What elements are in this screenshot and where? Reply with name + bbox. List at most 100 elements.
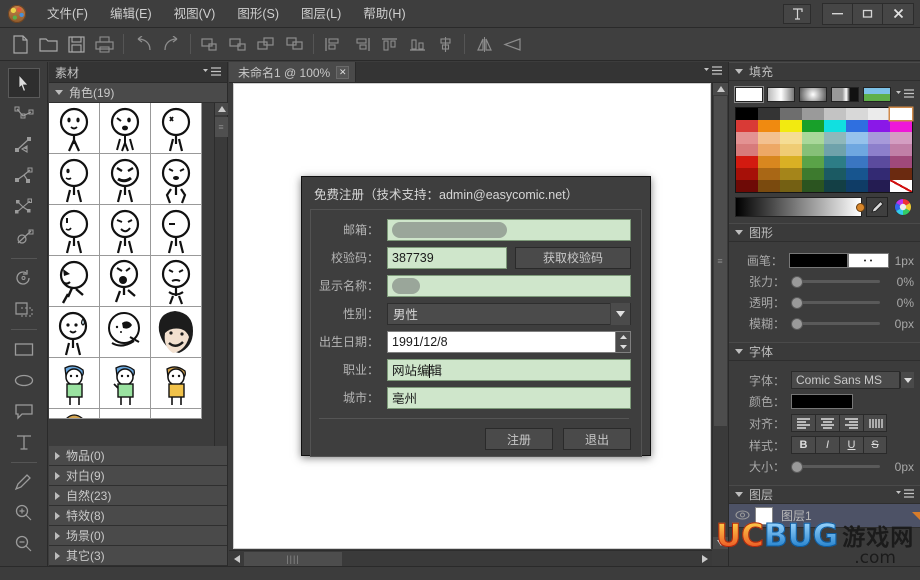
menu-shape[interactable]: 图形(S) (226, 2, 290, 26)
color-swatch[interactable] (846, 120, 868, 132)
close-icon[interactable]: ✕ (336, 65, 350, 79)
get-verify-code-button[interactable]: 获取校验码 (515, 246, 631, 269)
polyline-tool-icon[interactable] (8, 161, 40, 191)
color-swatch[interactable] (802, 168, 824, 180)
undo-icon[interactable] (131, 32, 155, 56)
material-thumbnail[interactable] (100, 307, 151, 358)
opacity-slider[interactable] (791, 296, 880, 310)
color-swatch[interactable] (758, 180, 780, 192)
gradient-knob[interactable] (856, 203, 865, 212)
color-swatch[interactable] (846, 108, 868, 120)
material-category-effects[interactable]: 特效(8) (49, 506, 227, 526)
city-field[interactable]: 亳州 (387, 386, 631, 409)
color-swatch[interactable] (846, 156, 868, 168)
ungroup-icon[interactable] (226, 32, 250, 56)
menu-edit[interactable]: 编辑(E) (99, 2, 163, 26)
color-swatch[interactable] (780, 180, 802, 192)
blur-slider[interactable] (791, 317, 880, 331)
scroll-left-arrow-icon[interactable] (229, 552, 244, 566)
minimize-button[interactable] (823, 3, 853, 24)
menu-layer[interactable]: 图层(L) (290, 2, 352, 26)
group-icon[interactable] (198, 32, 222, 56)
align-right-icon[interactable] (839, 414, 863, 432)
material-thumbnail[interactable] (100, 154, 151, 205)
star-node-tool-icon[interactable] (8, 192, 40, 222)
color-wheel-icon[interactable] (892, 197, 914, 217)
chevron-down-icon[interactable] (610, 302, 630, 325)
color-swatch[interactable] (890, 120, 912, 132)
text-tool-icon[interactable] (8, 427, 40, 457)
color-swatch[interactable] (758, 144, 780, 156)
color-swatch[interactable] (824, 180, 846, 192)
eyedropper-icon[interactable] (866, 197, 888, 217)
color-swatch[interactable] (824, 108, 846, 120)
underline-button[interactable]: U (839, 436, 863, 454)
color-swatch[interactable] (890, 108, 912, 120)
color-swatch[interactable] (890, 144, 912, 156)
flip-vertical-icon[interactable] (500, 32, 524, 56)
align-top-icon[interactable] (377, 32, 401, 56)
select-arrow-tool-icon[interactable] (7, 68, 40, 98)
color-swatch[interactable] (846, 168, 868, 180)
fill-type-solid-icon[interactable] (734, 86, 764, 103)
align-center-icon[interactable] (815, 414, 839, 432)
color-swatch[interactable] (824, 168, 846, 180)
bold-button[interactable]: B (791, 436, 815, 454)
print-icon[interactable] (92, 32, 116, 56)
rotate-tool-icon[interactable] (8, 263, 40, 293)
color-swatch[interactable] (802, 180, 824, 192)
color-swatch[interactable] (780, 132, 802, 144)
color-swatch[interactable] (736, 144, 758, 156)
color-swatch[interactable] (736, 120, 758, 132)
canvas-vertical-scrollbar[interactable]: ≡ (712, 83, 728, 549)
ellipse-tool-icon[interactable] (8, 365, 40, 395)
save-icon[interactable] (64, 32, 88, 56)
redo-icon[interactable] (159, 32, 183, 56)
material-thumbnail[interactable] (100, 205, 151, 256)
color-swatch[interactable] (802, 144, 824, 156)
fill-type-linear-gradient-icon[interactable] (767, 87, 795, 102)
scroll-up-arrow-icon[interactable] (713, 83, 728, 95)
stepper-down-icon[interactable] (616, 342, 630, 352)
scrollbar-thumb[interactable]: ≡ (215, 117, 228, 137)
color-swatch[interactable] (890, 132, 912, 144)
color-swatch[interactable] (758, 108, 780, 120)
path-node-tool-icon[interactable] (8, 99, 40, 129)
gradient-bar[interactable] (735, 197, 865, 217)
material-category-scenes[interactable]: 场景(0) (49, 526, 227, 546)
panel-menu-icon[interactable] (203, 67, 221, 77)
birthdate-stepper[interactable] (616, 330, 631, 353)
color-swatch[interactable] (802, 156, 824, 168)
material-thumbnail[interactable] (100, 358, 151, 409)
color-swatch[interactable] (890, 168, 912, 180)
slider-knob[interactable] (791, 296, 803, 309)
material-thumbnail[interactable] (100, 103, 151, 154)
material-category-nature[interactable]: 自然(23) (49, 486, 227, 506)
fill-panel-header[interactable]: 填充 (729, 62, 920, 81)
canvas-horizontal-scrollbar[interactable]: |||| (229, 550, 712, 566)
text-tool-button[interactable] (783, 3, 811, 24)
color-swatch[interactable] (736, 168, 758, 180)
rectangle-tool-icon[interactable] (8, 334, 40, 364)
occupation-field[interactable]: 网站编辑 (387, 358, 631, 381)
color-swatch[interactable] (758, 168, 780, 180)
color-swatch[interactable] (780, 108, 802, 120)
color-swatch[interactable] (846, 144, 868, 156)
pen-circle-tool-icon[interactable] (8, 223, 40, 253)
align-bottom-icon[interactable] (405, 32, 429, 56)
layer-row[interactable]: 图层1 (729, 504, 920, 528)
material-thumbnail[interactable] (100, 409, 151, 419)
color-swatch[interactable] (802, 108, 824, 120)
fill-type-angular-gradient-icon[interactable] (831, 87, 859, 102)
slider-knob[interactable] (791, 460, 803, 473)
stepper-up-icon[interactable] (616, 332, 630, 342)
verify-code-field[interactable]: 387739 (387, 246, 507, 269)
color-swatch[interactable] (758, 132, 780, 144)
color-swatch[interactable] (868, 120, 890, 132)
font-size-slider[interactable] (791, 460, 880, 474)
material-thumbnail[interactable] (49, 358, 100, 409)
color-swatch[interactable] (868, 144, 890, 156)
bring-forward-icon[interactable] (254, 32, 278, 56)
scrollbar-thumb[interactable]: ≡ (714, 96, 727, 426)
color-swatch[interactable] (868, 108, 890, 120)
